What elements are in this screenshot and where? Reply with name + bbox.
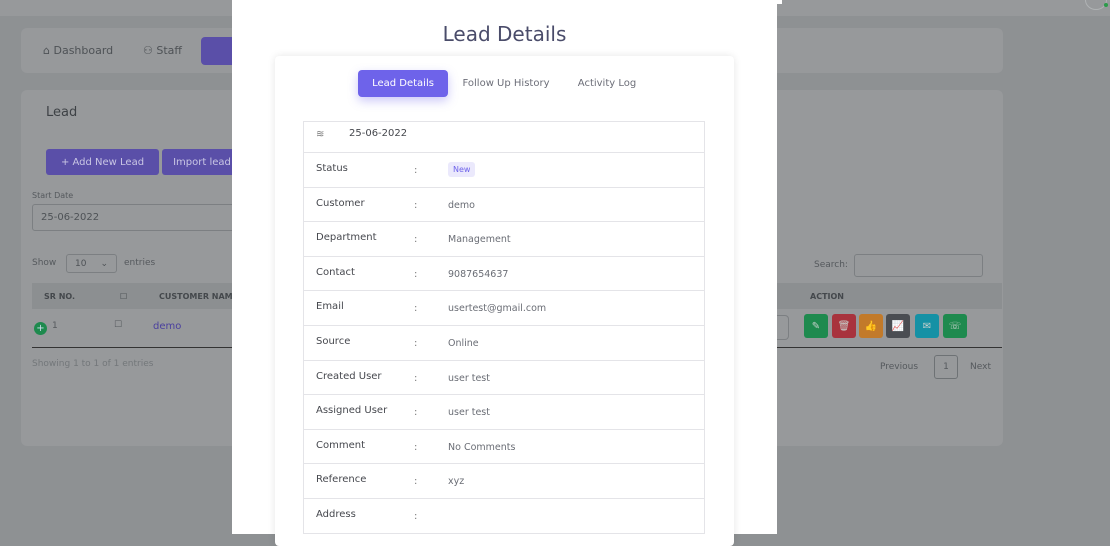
detail-row-customer: Customer: demo bbox=[304, 188, 704, 223]
entries-value: 10 bbox=[75, 258, 87, 269]
thumbs-up-icon: 👍 bbox=[864, 320, 878, 332]
users-icon: ⚇ bbox=[143, 44, 153, 57]
edit-button[interactable]: ✎ bbox=[804, 314, 828, 338]
home-icon: ⌂ bbox=[43, 44, 50, 57]
detail-label: Assigned User bbox=[316, 405, 388, 417]
detail-value: Online bbox=[448, 337, 479, 349]
tab-activity-log[interactable]: Activity Log bbox=[567, 70, 647, 97]
detail-row-email: Email: usertest@gmail.com bbox=[304, 291, 704, 326]
email-button[interactable]: ✉ bbox=[915, 314, 939, 338]
colon: : bbox=[414, 199, 418, 211]
col-customer-name[interactable]: CUSTOMER NAME bbox=[148, 283, 232, 309]
nav-label: Dashboard bbox=[53, 44, 114, 57]
nav-staff[interactable]: ⚇ Staff bbox=[143, 44, 182, 57]
customer-link[interactable]: demo bbox=[153, 321, 181, 332]
date-row: ≋ 25-06-2022 bbox=[304, 122, 704, 153]
col-sr-no[interactable]: SR NO. bbox=[32, 283, 108, 309]
detail-value: Management bbox=[448, 234, 511, 246]
colon: : bbox=[414, 234, 418, 246]
entries-label: entries bbox=[124, 258, 156, 268]
chart-icon: 📈 bbox=[891, 320, 905, 332]
next-button[interactable]: Next bbox=[970, 362, 991, 372]
sr-value: 1 bbox=[52, 321, 58, 331]
colon: : bbox=[414, 476, 418, 488]
detail-row-status: Status : New bbox=[304, 153, 704, 188]
chevron-down-icon: ⌄ bbox=[100, 258, 108, 269]
detail-label: Department bbox=[316, 232, 377, 244]
detail-label: Address bbox=[316, 508, 356, 520]
edit-icon: ✎ bbox=[811, 320, 821, 332]
detail-row-assigned-user: Assigned User: user test bbox=[304, 395, 704, 430]
previous-button[interactable]: Previous bbox=[880, 362, 918, 372]
whatsapp-button[interactable]: ☏ bbox=[943, 314, 967, 338]
start-date-label: Start Date bbox=[32, 191, 74, 200]
detail-value: user test bbox=[448, 372, 490, 384]
colon: : bbox=[414, 407, 418, 419]
nav-label: Staff bbox=[156, 44, 182, 57]
col-checkbox[interactable]: ☐ bbox=[108, 283, 148, 309]
trash-icon: 🗑 bbox=[837, 320, 851, 332]
search-label: Search: bbox=[814, 260, 848, 270]
detail-value: user test bbox=[448, 407, 490, 419]
detail-label: Customer bbox=[316, 197, 365, 209]
detail-label: Created User bbox=[316, 370, 382, 382]
online-indicator bbox=[1104, 3, 1108, 7]
detail-label: Comment bbox=[316, 439, 365, 451]
detail-value: xyz bbox=[448, 476, 465, 488]
colon: : bbox=[414, 303, 418, 315]
approve-button[interactable]: 👍 bbox=[859, 314, 883, 338]
envelope-icon: ✉ bbox=[922, 320, 932, 332]
detail-row-contact: Contact: 9087654637 bbox=[304, 257, 704, 292]
detail-row-source: Source: Online bbox=[304, 326, 704, 361]
detail-row-comment: Comment: No Comments bbox=[304, 430, 704, 465]
start-date-input[interactable]: 25-06-2022 bbox=[32, 204, 242, 231]
lead-date: 25-06-2022 bbox=[349, 128, 408, 139]
lead-details-modal: Lead Details Lead Details Follow Up Hist… bbox=[232, 0, 777, 546]
detail-value: demo bbox=[448, 199, 475, 211]
detail-value: No Comments bbox=[448, 441, 516, 453]
details-table: ≋ 25-06-2022 Status : New Customer: demo D… bbox=[303, 121, 705, 534]
detail-row-reference: Reference: xyz bbox=[304, 464, 704, 499]
detail-label: Status bbox=[316, 163, 348, 174]
whatsapp-icon: ☏ bbox=[948, 320, 962, 332]
colon: : bbox=[414, 510, 418, 522]
row-checkbox[interactable]: ☐ bbox=[114, 320, 122, 330]
detail-label: Contact bbox=[316, 266, 355, 278]
colon: : bbox=[414, 337, 418, 349]
detail-label: Source bbox=[316, 335, 351, 347]
colon: : bbox=[414, 372, 418, 384]
colon: : bbox=[414, 441, 418, 453]
col-action[interactable]: ACTION bbox=[798, 283, 1002, 309]
entries-select[interactable]: 10 ⌄ bbox=[66, 254, 117, 273]
colon: : bbox=[414, 268, 418, 280]
nav-dashboard[interactable]: ⌂ Dashboard bbox=[43, 44, 113, 57]
detail-value: 9087654637 bbox=[448, 268, 509, 280]
modal-title: Lead Details bbox=[442, 22, 567, 46]
modal-card: Lead Details Follow Up History Activity … bbox=[275, 56, 734, 546]
lead-title: Lead bbox=[46, 105, 78, 120]
colon: : bbox=[414, 165, 418, 176]
detail-row-created-user: Created User: user test bbox=[304, 361, 704, 396]
search-input[interactable] bbox=[854, 254, 983, 277]
delete-button[interactable]: 🗑 bbox=[832, 314, 856, 338]
show-label: Show bbox=[32, 258, 57, 268]
table-info: Showing 1 to 1 of 1 entries bbox=[32, 359, 154, 369]
tab-follow-up-history[interactable]: Follow Up History bbox=[455, 70, 557, 97]
detail-label: Reference bbox=[316, 474, 367, 486]
chart-button[interactable]: 📈 bbox=[886, 314, 910, 338]
status-badge: New bbox=[448, 162, 476, 177]
add-new-lead-button[interactable]: + Add New Lead bbox=[46, 149, 159, 175]
tab-lead-details[interactable]: Lead Details bbox=[358, 70, 448, 97]
page-1-button[interactable]: 1 bbox=[934, 355, 958, 379]
detail-label: Email bbox=[316, 301, 344, 313]
detail-row-address: Address: bbox=[304, 499, 704, 534]
detail-row-department: Department: Management bbox=[304, 222, 704, 257]
expand-icon[interactable]: + bbox=[34, 322, 47, 335]
col-hidden bbox=[777, 283, 799, 309]
layers-icon: ≋ bbox=[316, 129, 325, 140]
detail-value: usertest@gmail.com bbox=[448, 303, 547, 315]
import-lead-button[interactable]: Import lead bbox=[162, 149, 242, 175]
